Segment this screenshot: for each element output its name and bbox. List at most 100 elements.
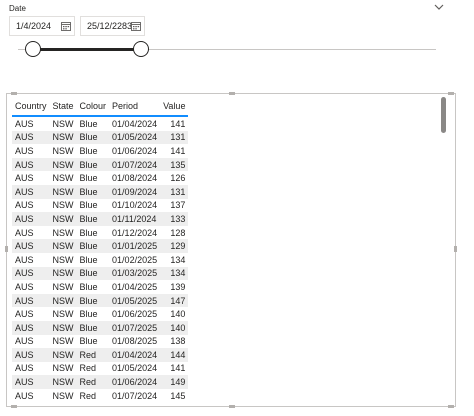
table-cell: 01/08/2025: [112, 336, 158, 347]
table-cell: Red: [79, 390, 97, 401]
table-cell: 01/06/2025: [112, 309, 158, 320]
table-row[interactable]: AUS NSW Red 01/05/2024 141: [12, 362, 188, 376]
table-cell: NSW: [52, 200, 74, 211]
table-cell: NSW: [49, 157, 77, 172]
range-end-handle[interactable]: [133, 41, 149, 57]
table-row[interactable]: AUS NSW Blue 01/11/2024 133: [12, 212, 189, 226]
date-range-selected: [33, 48, 141, 51]
table-cell: Red: [76, 375, 110, 389]
column-header[interactable]: Value: [160, 96, 189, 117]
table-row[interactable]: AUS NSW Blue 01/06/2025 140: [12, 307, 188, 321]
table-cell: 140: [170, 309, 186, 320]
table-cell: AUS: [12, 293, 50, 308]
slicer-title: Date: [9, 4, 26, 13]
table-cell: NSW: [49, 266, 77, 281]
table-row[interactable]: AUS NSW Blue 01/08/2025 138: [12, 335, 188, 349]
chevron-down-icon[interactable]: [434, 3, 444, 11]
table-cell: 131: [160, 184, 189, 199]
end-date-input[interactable]: 25/12/2283: [80, 16, 145, 36]
resize-handle[interactable]: [448, 92, 454, 95]
calendar-icon[interactable]: [131, 21, 141, 31]
table-cell: 126: [170, 173, 186, 184]
table-cell: 134: [160, 266, 189, 281]
table-cell: NSW: [52, 363, 74, 374]
table-cell: 01/10/2024: [112, 200, 158, 211]
table-row[interactable]: AUS NSW Blue 01/09/2024 131: [12, 184, 189, 199]
table-cell: NSW: [52, 145, 74, 156]
table-cell: 145: [170, 390, 186, 401]
table-row[interactable]: AUS NSW Red 01/04/2024 144: [12, 348, 189, 362]
resize-handle[interactable]: [229, 92, 235, 95]
table-cell: Blue: [79, 281, 98, 292]
table-cell: Blue: [79, 145, 98, 156]
table-cell: 149: [160, 375, 189, 389]
table-cell: AUS: [15, 200, 34, 211]
table-cell: Blue: [76, 184, 110, 199]
range-start-handle[interactable]: [25, 41, 41, 57]
column-header[interactable]: State: [49, 96, 77, 117]
table-cell: 01/05/2025: [109, 293, 161, 308]
table-scrollbar[interactable]: [441, 97, 446, 133]
table-row[interactable]: AUS NSW Blue 01/01/2025 129: [12, 239, 189, 253]
start-date-input[interactable]: 1/4/2024: [9, 16, 75, 36]
table-row[interactable]: AUS NSW Blue 01/04/2025 139: [12, 280, 188, 294]
table-cell: AUS: [15, 281, 34, 292]
table-row[interactable]: AUS NSW Red 01/06/2024 149: [12, 375, 189, 389]
table-cell: Red: [79, 363, 97, 374]
column-header[interactable]: Country: [12, 96, 50, 117]
table-cell: 01/09/2024: [109, 184, 161, 199]
column-header[interactable]: Period: [109, 96, 161, 117]
resize-handle[interactable]: [11, 92, 17, 95]
table-cell: NSW: [49, 130, 77, 145]
table-cell: NSW: [49, 293, 77, 308]
table-row[interactable]: AUS NSW Blue 01/05/2024 131: [12, 130, 189, 145]
table-cell: 01/04/2024: [112, 118, 158, 129]
table-cell: Blue: [79, 254, 98, 265]
calendar-icon[interactable]: [61, 21, 71, 31]
table-cell: NSW: [52, 390, 74, 401]
resize-handle[interactable]: [229, 405, 235, 408]
table-row[interactable]: AUS NSW Blue 01/07/2024 135: [12, 157, 189, 172]
table-cell: 135: [160, 157, 189, 172]
table-cell: 01/03/2025: [109, 266, 161, 281]
table-row[interactable]: AUS NSW Blue 01/02/2025 134: [12, 253, 188, 267]
table-cell: 01/07/2024: [112, 390, 158, 401]
table-cell: Blue: [79, 336, 98, 347]
table-row[interactable]: AUS NSW Blue 01/05/2025 147: [12, 293, 189, 308]
table-row[interactable]: AUS NSW Blue 01/08/2024 126: [12, 171, 188, 185]
table-row[interactable]: AUS NSW Blue 01/04/2024 141: [12, 116, 188, 131]
table-cell: AUS: [12, 266, 50, 281]
column-header[interactable]: Colour: [76, 96, 110, 117]
table-cell: Blue: [79, 118, 98, 129]
table-row[interactable]: AUS NSW Red 01/07/2024 145: [12, 389, 188, 403]
resize-handle[interactable]: [11, 405, 17, 408]
table-row[interactable]: AUS NSW Blue 01/12/2024 128: [12, 226, 188, 240]
table-cell: 01/08/2024: [112, 173, 158, 184]
table-cell: 128: [170, 227, 186, 238]
resize-handle[interactable]: [454, 246, 457, 252]
table-cell: 137: [170, 200, 186, 211]
table-cell: NSW: [52, 173, 74, 184]
table-cell: AUS: [12, 157, 50, 172]
table-row[interactable]: AUS NSW Blue 01/03/2025 134: [12, 266, 189, 281]
table-cell: Blue: [76, 130, 110, 145]
table-row[interactable]: AUS NSW Blue 01/07/2025 140: [12, 320, 189, 335]
table-cell: 01/04/2024: [109, 348, 161, 362]
table-cell: NSW: [49, 348, 77, 362]
table-cell: AUS: [12, 320, 50, 335]
table-cell: AUS: [15, 145, 34, 156]
table-cell: AUS: [12, 348, 50, 362]
resize-handle[interactable]: [5, 246, 8, 252]
table-cell: 01/05/2024: [112, 363, 158, 374]
table-cell: 141: [170, 145, 186, 156]
table-cell: AUS: [15, 173, 34, 184]
table-cell: 01/07/2024: [109, 157, 161, 172]
table-cell: 133: [160, 212, 189, 226]
table-row[interactable]: AUS NSW Blue 01/06/2024 141: [12, 144, 188, 158]
table-row[interactable]: AUS NSW Blue 01/10/2024 137: [12, 199, 188, 213]
table-cell: AUS: [12, 212, 50, 226]
table-cell: Blue: [76, 157, 110, 172]
resize-handle[interactable]: [448, 405, 454, 408]
table-cell: 140: [160, 320, 189, 335]
table-cell: NSW: [49, 239, 77, 253]
